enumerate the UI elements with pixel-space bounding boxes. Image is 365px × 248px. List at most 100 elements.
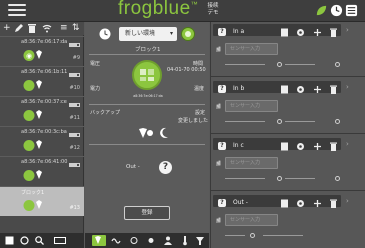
device-icon xyxy=(23,140,42,151)
menu-icon[interactable] xyxy=(8,4,26,18)
trash-icon[interactable] xyxy=(329,199,338,208)
page-title: 接续 デモ xyxy=(207,3,219,16)
schedule-select[interactable]: 新しい環境 xyxy=(119,27,177,41)
info-icon[interactable]: ≡ xyxy=(60,23,68,33)
gear-icon[interactable] xyxy=(296,142,305,151)
hand-icon xyxy=(216,217,221,223)
add-icon[interactable] xyxy=(313,199,322,208)
gear-icon[interactable] xyxy=(296,28,305,37)
leaf-icon[interactable] xyxy=(315,4,328,17)
help-icon[interactable]: ? xyxy=(218,85,226,93)
divider xyxy=(89,104,205,105)
power-label: 電力 xyxy=(90,86,101,92)
device-gauge xyxy=(132,60,162,90)
tab-sensor-icon[interactable] xyxy=(127,235,141,246)
battery-icon xyxy=(69,103,80,107)
doc-icon[interactable] xyxy=(280,199,289,208)
tab-settings-icon[interactable] xyxy=(144,235,158,246)
left-footer xyxy=(0,233,84,248)
chevron-right-icon[interactable]: › xyxy=(346,197,349,205)
doc-icon[interactable] xyxy=(280,85,289,94)
power-toggle[interactable] xyxy=(181,27,195,41)
ports-panel: ? In a › センサー入力 ? In b › センサー入力 ? In c ›… xyxy=(210,22,365,248)
tab-wave-icon[interactable] xyxy=(110,235,124,246)
device-type-icon[interactable] xyxy=(137,127,155,139)
tab-temperature-icon[interactable] xyxy=(178,235,192,246)
top-icons xyxy=(315,4,359,18)
settings-value: 変更しました xyxy=(178,118,209,124)
time-label: 時間 xyxy=(193,61,204,67)
add-icon[interactable] xyxy=(313,85,322,94)
trash-icon[interactable] xyxy=(329,85,338,94)
chevron-right-icon[interactable]: › xyxy=(346,26,349,34)
port-connector xyxy=(225,174,345,184)
device-icon xyxy=(23,200,42,211)
battery-icon xyxy=(69,43,80,47)
device-icon xyxy=(23,110,42,121)
sensor-icon xyxy=(140,69,154,81)
sort-icon[interactable]: ⇅ xyxy=(72,23,80,33)
device-item[interactable]: a8:36:7e:06:1b:11 #10 xyxy=(0,66,84,96)
port-header: ? In b xyxy=(213,81,341,94)
chevron-right-icon[interactable]: › xyxy=(346,140,349,148)
svg-text:◉: ◉ xyxy=(26,52,32,60)
device-item[interactable]: a8:36:7e:00:3c:ba #12 xyxy=(0,126,84,156)
hand-icon xyxy=(216,46,221,52)
trash-icon[interactable] xyxy=(28,24,36,33)
square-icon[interactable] xyxy=(5,236,14,245)
help-icon[interactable]: ? xyxy=(218,28,226,36)
battery-icon xyxy=(69,133,80,137)
list-icon[interactable] xyxy=(345,4,358,17)
gear-icon[interactable] xyxy=(296,85,305,94)
search-icon[interactable] xyxy=(35,236,44,245)
time-value: 04-01-70 00:50 xyxy=(167,67,206,73)
device-item-selected[interactable]: ブロック1 #13 xyxy=(0,186,84,216)
help-icon[interactable]: ? xyxy=(159,161,172,174)
edit-icon[interactable] xyxy=(14,24,24,33)
voltage-label: 電圧 xyxy=(90,61,101,67)
doc-icon[interactable] xyxy=(280,142,289,151)
port-field[interactable]: センサー入力 xyxy=(225,100,278,112)
add-icon[interactable]: + xyxy=(3,23,11,33)
device-list-panel: + ≡ ⇅ a8:36:7e:06:17:da ◉ #9 a8:36:7e:06… xyxy=(0,22,84,248)
keyboard-icon[interactable] xyxy=(54,236,66,245)
port-field[interactable]: センサー入力 xyxy=(225,214,278,226)
app-window: frogblue™ 接续 デモ + ≡ ⇅ a8:36:7e:06:17:da … xyxy=(0,0,365,248)
device-item[interactable]: a8:36:7e:00:37:ce #11 xyxy=(0,96,84,126)
gauge-address: a8:36:7e:06:17:da xyxy=(133,94,163,98)
tab-device-icon[interactable] xyxy=(92,235,106,246)
clock-icon[interactable] xyxy=(330,4,343,17)
sleep-icon[interactable] xyxy=(159,127,169,139)
help-icon[interactable]: ? xyxy=(218,199,226,207)
port-field[interactable]: センサー入力 xyxy=(225,43,278,55)
battery-icon xyxy=(69,73,80,77)
port-connector xyxy=(225,231,345,241)
center-footer-tabs xyxy=(85,233,209,248)
register-button[interactable]: 登録 xyxy=(124,206,170,220)
device-icon xyxy=(23,80,42,91)
temperature-label: 温度 xyxy=(194,86,205,92)
port-connector xyxy=(225,117,345,127)
add-icon[interactable] xyxy=(313,28,322,37)
trash-icon[interactable] xyxy=(329,142,338,151)
out-label: Out - xyxy=(126,164,140,170)
port-field[interactable]: センサー入力 xyxy=(225,157,278,169)
gear-icon[interactable] xyxy=(296,199,305,208)
help-icon[interactable]: ? xyxy=(218,142,226,150)
device-item[interactable]: a8:36:7e:06:17:da ◉ #9 xyxy=(0,36,84,66)
device-item[interactable]: a8:36:7e:06:41:00 xyxy=(0,156,84,186)
device-icon xyxy=(23,170,42,181)
hand-icon xyxy=(216,103,221,109)
timer-icon[interactable] xyxy=(99,28,111,40)
divider xyxy=(89,54,205,55)
add-icon[interactable] xyxy=(313,142,322,151)
wifi-icon[interactable] xyxy=(42,24,52,33)
trash-icon[interactable] xyxy=(329,28,338,37)
circle-icon[interactable] xyxy=(20,236,29,245)
port-header: ? Out - xyxy=(213,195,341,208)
tab-user-icon[interactable] xyxy=(161,235,175,246)
tab-filter-icon[interactable] xyxy=(193,235,207,246)
doc-icon[interactable] xyxy=(280,28,289,37)
chevron-right-icon[interactable]: › xyxy=(346,83,349,91)
divider xyxy=(89,144,205,145)
